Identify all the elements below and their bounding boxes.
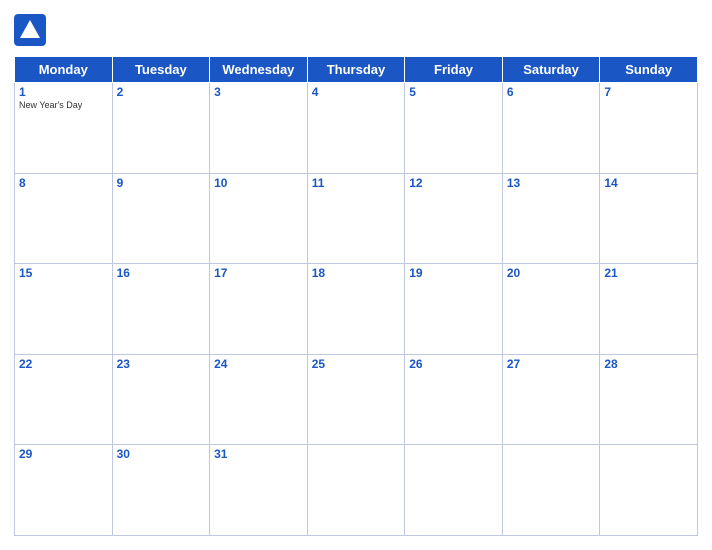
calendar-week-row: 29 30 31 <box>15 445 698 536</box>
col-sunday: Sunday <box>600 57 698 83</box>
calendar-week-row: 22 23 24 25 26 27 28 <box>15 354 698 445</box>
calendar-cell: 31 <box>210 445 308 536</box>
calendar-cell: 5 <box>405 83 503 174</box>
day-number: 7 <box>604 85 693 99</box>
calendar-cell: 28 <box>600 354 698 445</box>
day-number: 27 <box>507 357 596 371</box>
weekday-header-row: Monday Tuesday Wednesday Thursday Friday… <box>15 57 698 83</box>
calendar-cell: 4 <box>307 83 405 174</box>
holiday-label: New Year's Day <box>19 100 108 110</box>
col-saturday: Saturday <box>502 57 600 83</box>
calendar-table: Monday Tuesday Wednesday Thursday Friday… <box>14 56 698 536</box>
col-monday: Monday <box>15 57 113 83</box>
calendar-cell: 30 <box>112 445 210 536</box>
calendar-cell: 17 <box>210 264 308 355</box>
day-number: 10 <box>214 176 303 190</box>
day-number: 6 <box>507 85 596 99</box>
calendar-cell: 8 <box>15 173 113 264</box>
calendar-week-row: 89 10 11 12 13 14 <box>15 173 698 264</box>
calendar-cell <box>307 445 405 536</box>
day-number: 16 <box>117 266 206 280</box>
day-number: 8 <box>19 176 108 190</box>
day-number: 28 <box>604 357 693 371</box>
day-number: 23 <box>117 357 206 371</box>
calendar-cell: 27 <box>502 354 600 445</box>
day-number: 21 <box>604 266 693 280</box>
calendar-cell: 18 <box>307 264 405 355</box>
day-number: 25 <box>312 357 401 371</box>
day-number: 22 <box>19 357 108 371</box>
calendar-cell: 21 <box>600 264 698 355</box>
calendar-cell: 12 <box>405 173 503 264</box>
generalblue-logo-icon <box>14 14 46 46</box>
day-number: 20 <box>507 266 596 280</box>
col-wednesday: Wednesday <box>210 57 308 83</box>
calendar-cell: 1New Year's Day <box>15 83 113 174</box>
calendar-cell <box>502 445 600 536</box>
day-number: 30 <box>117 447 206 461</box>
day-number: 2 <box>117 85 206 99</box>
calendar-cell <box>405 445 503 536</box>
day-number: 19 <box>409 266 498 280</box>
calendar-cell: 14 <box>600 173 698 264</box>
day-number: 12 <box>409 176 498 190</box>
day-number: 24 <box>214 357 303 371</box>
day-number: 29 <box>19 447 108 461</box>
calendar-cell: 6 <box>502 83 600 174</box>
col-friday: Friday <box>405 57 503 83</box>
calendar-cell: 25 <box>307 354 405 445</box>
day-number: 31 <box>214 447 303 461</box>
day-number: 15 <box>19 266 108 280</box>
calendar-cell: 11 <box>307 173 405 264</box>
calendar-cell: 15 <box>15 264 113 355</box>
calendar-cell: 13 <box>502 173 600 264</box>
col-tuesday: Tuesday <box>112 57 210 83</box>
day-number: 5 <box>409 85 498 99</box>
calendar-cell: 20 <box>502 264 600 355</box>
calendar-week-row: 1New Year's Day 234567 <box>15 83 698 174</box>
calendar-cell <box>600 445 698 536</box>
day-number: 18 <box>312 266 401 280</box>
day-number: 1 <box>19 85 108 99</box>
calendar-cell: 9 <box>112 173 210 264</box>
day-number: 9 <box>117 176 206 190</box>
calendar-cell: 19 <box>405 264 503 355</box>
logo <box>14 14 50 46</box>
calendar-cell: 2 <box>112 83 210 174</box>
calendar-cell: 22 <box>15 354 113 445</box>
calendar-cell: 24 <box>210 354 308 445</box>
calendar-header <box>14 10 698 50</box>
calendar-page: Monday Tuesday Wednesday Thursday Friday… <box>0 0 712 550</box>
day-number: 17 <box>214 266 303 280</box>
calendar-cell: 16 <box>112 264 210 355</box>
day-number: 13 <box>507 176 596 190</box>
calendar-cell: 26 <box>405 354 503 445</box>
day-number: 3 <box>214 85 303 99</box>
day-number: 26 <box>409 357 498 371</box>
calendar-cell: 7 <box>600 83 698 174</box>
col-thursday: Thursday <box>307 57 405 83</box>
day-number: 11 <box>312 176 401 190</box>
calendar-week-row: 15 16 17 18 19 20 21 <box>15 264 698 355</box>
day-number: 14 <box>604 176 693 190</box>
calendar-cell: 29 <box>15 445 113 536</box>
calendar-cell: 3 <box>210 83 308 174</box>
calendar-cell: 10 <box>210 173 308 264</box>
calendar-cell: 23 <box>112 354 210 445</box>
day-number: 4 <box>312 85 401 99</box>
